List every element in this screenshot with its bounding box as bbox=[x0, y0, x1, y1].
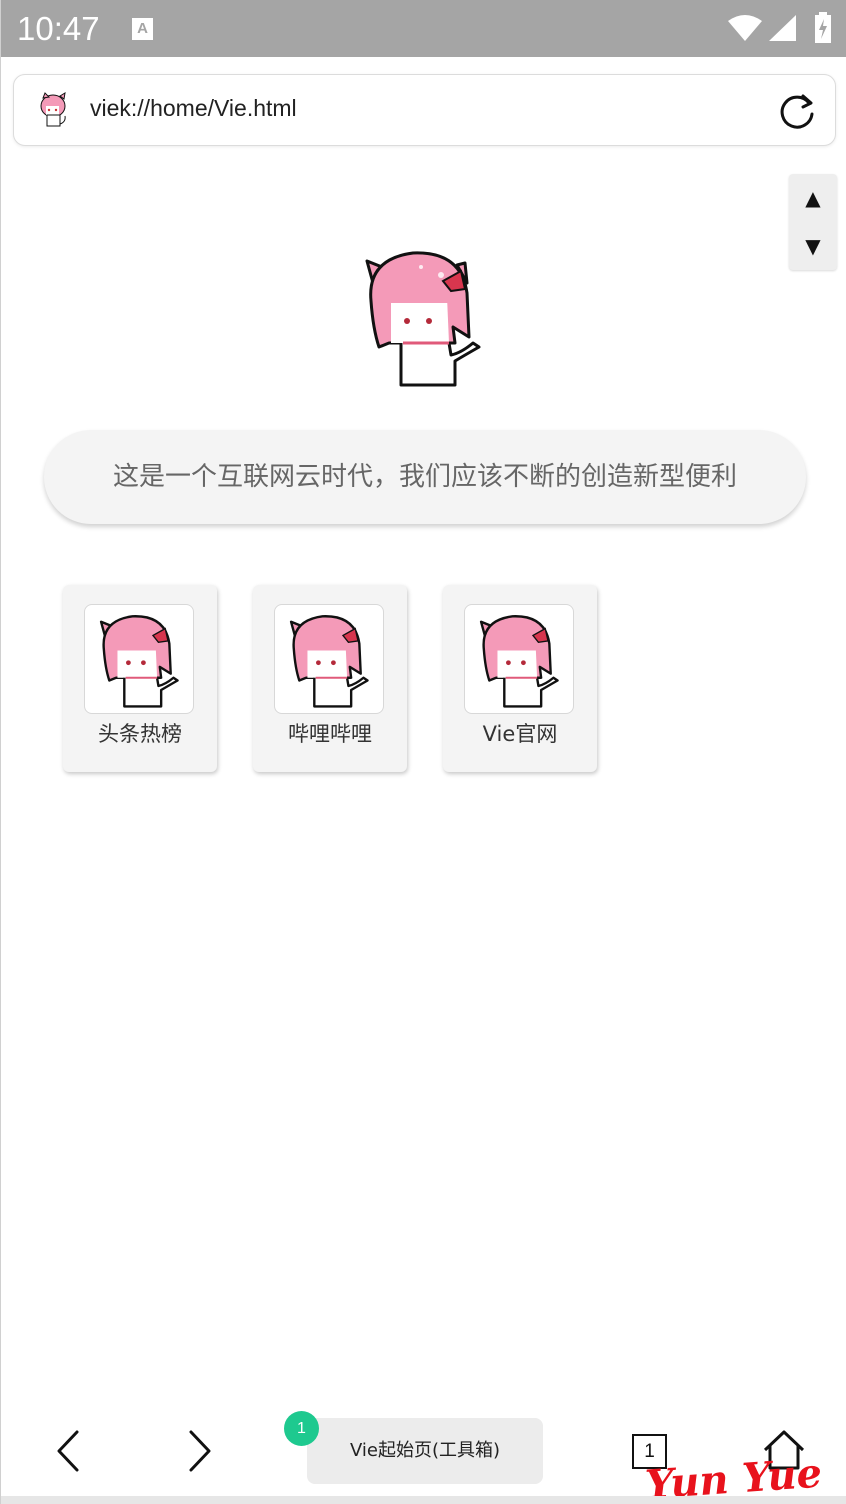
mascot-icon bbox=[84, 604, 194, 714]
signal-icon bbox=[769, 15, 796, 41]
address-bar[interactable]: viek://home/Vie.html bbox=[13, 74, 836, 146]
current-tab-button[interactable]: Vie起始页(工具箱) bbox=[307, 1418, 543, 1484]
shortcut-label: 哔哩哔哩 bbox=[288, 722, 372, 746]
scroll-down-button[interactable]: ▼ bbox=[789, 222, 837, 270]
browser-page: 10:47 A viek://home/Vie.html ▲ ▼ 这是一个互联网… bbox=[0, 0, 846, 1504]
scroll-up-button[interactable]: ▲ bbox=[789, 174, 837, 222]
watermark: Yun Yue bbox=[644, 1450, 824, 1502]
current-tab-title: Vie起始页(工具箱) bbox=[349, 1440, 501, 1461]
reload-icon[interactable] bbox=[776, 90, 818, 132]
svg-text:Yun Yue: Yun Yue bbox=[644, 1450, 824, 1502]
shortcut-tile-toutiao[interactable]: 头条热榜 bbox=[63, 585, 217, 772]
wifi-icon bbox=[728, 15, 762, 41]
mascot-logo bbox=[365, 251, 481, 387]
slogan-text: 这是一个互联网云时代，我们应该不断的创造新型便利 bbox=[112, 462, 737, 492]
shortcut-label: Vie官网 bbox=[482, 722, 558, 746]
tab-badge: 1 bbox=[284, 1411, 319, 1446]
bottom-divider bbox=[1, 1496, 846, 1504]
status-time: 10:47 bbox=[17, 10, 100, 47]
mascot-icon bbox=[274, 604, 384, 714]
slogan-banner: 这是一个互联网云时代，我们应该不断的创造新型便利 bbox=[44, 430, 806, 524]
chevron-left-icon[interactable] bbox=[49, 1428, 89, 1474]
notification-icon: A bbox=[132, 18, 153, 40]
battery-charging-icon bbox=[815, 12, 831, 43]
chevron-right-icon[interactable] bbox=[179, 1428, 219, 1474]
mascot-icon bbox=[464, 604, 574, 714]
shortcut-tile-vie-site[interactable]: Vie官网 bbox=[443, 585, 597, 772]
scroll-controls: ▲ ▼ bbox=[789, 174, 837, 270]
shortcut-label: 头条热榜 bbox=[98, 722, 182, 746]
status-bar: 10:47 A bbox=[1, 0, 846, 57]
mascot-icon bbox=[40, 92, 66, 127]
url-text[interactable]: viek://home/Vie.html bbox=[90, 95, 297, 122]
shortcut-tile-bilibili[interactable]: 哔哩哔哩 bbox=[253, 585, 407, 772]
